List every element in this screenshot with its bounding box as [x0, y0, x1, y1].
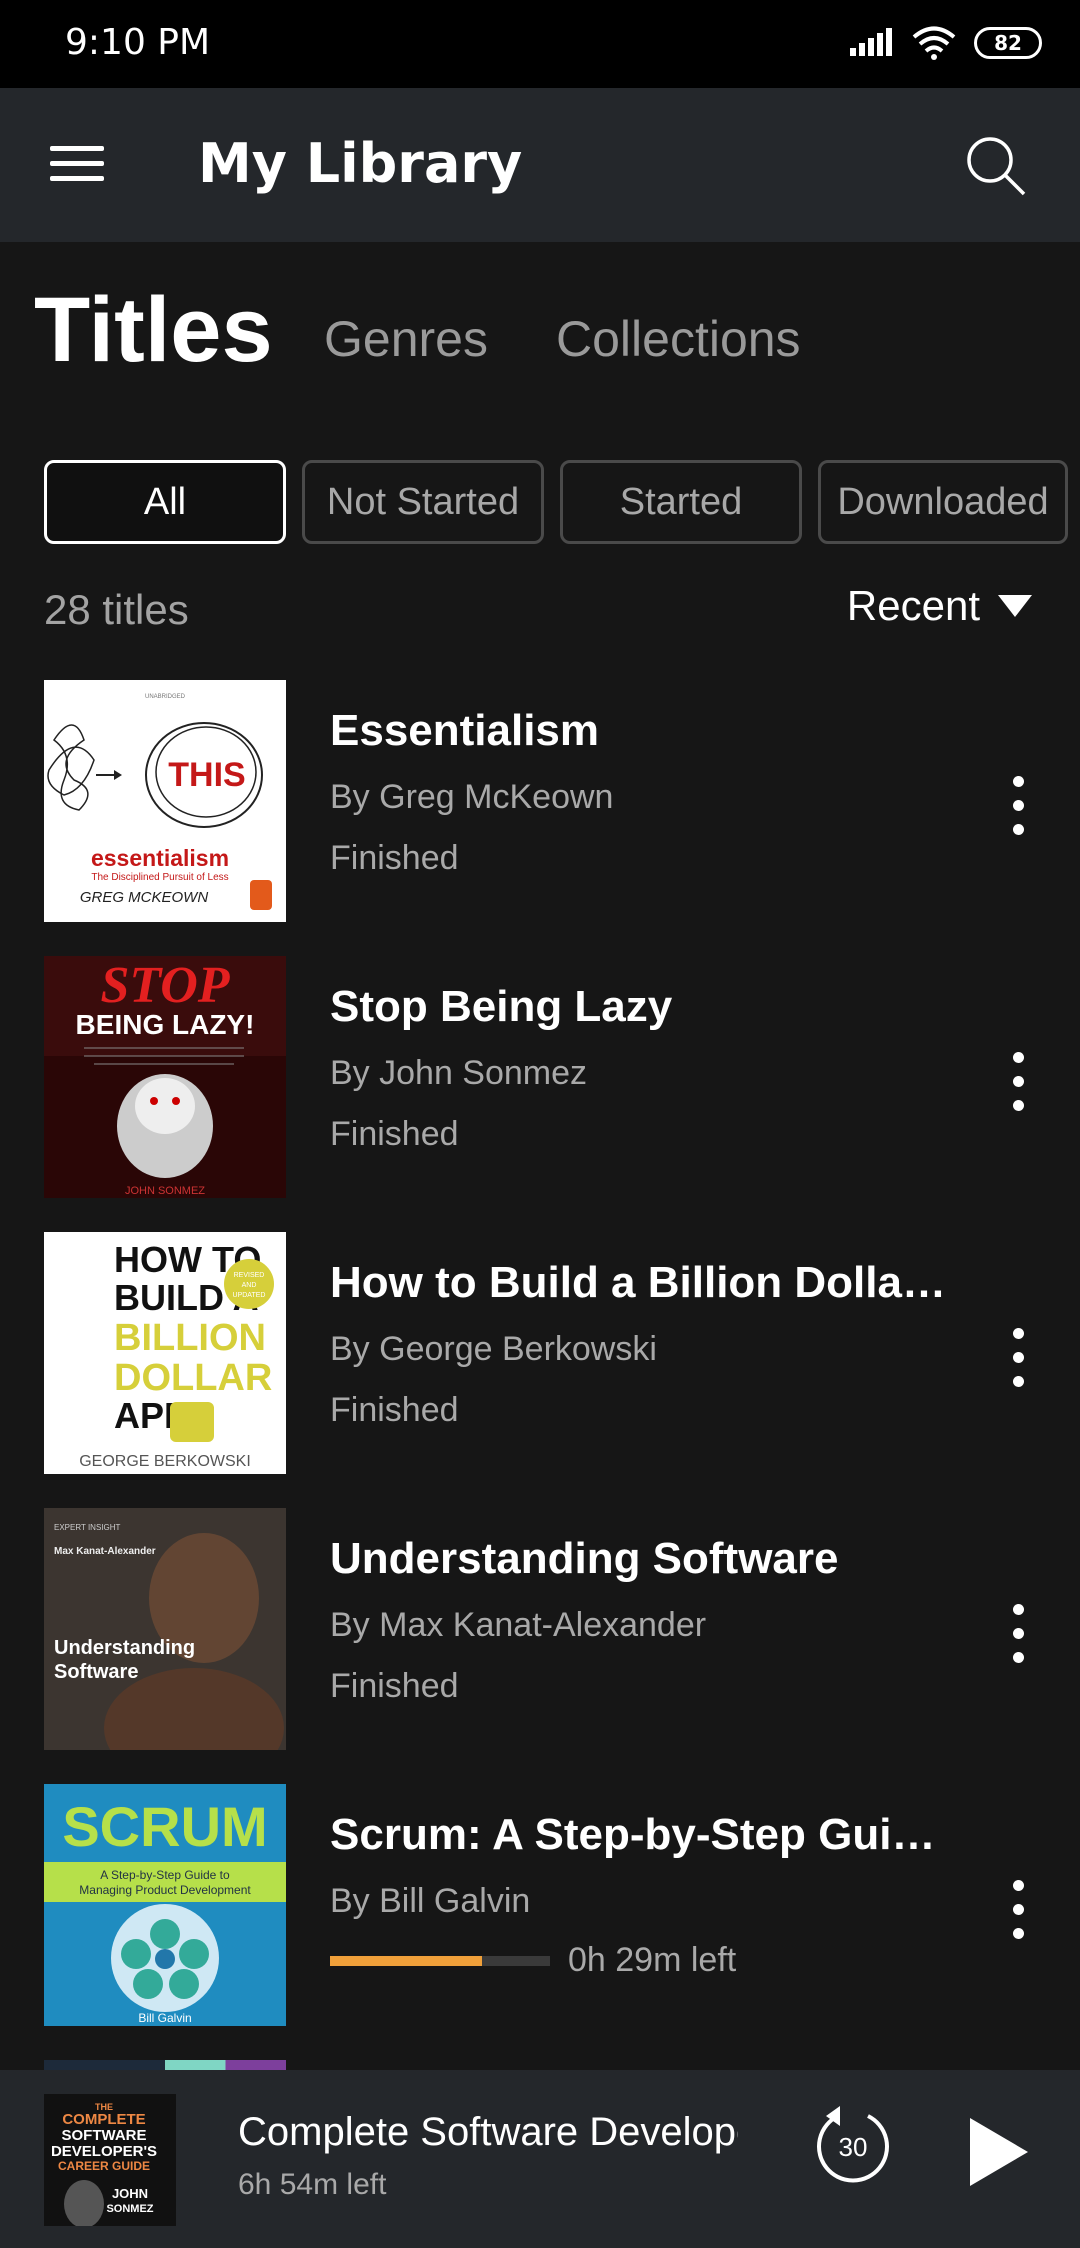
svg-text:THIS: THIS: [168, 756, 245, 794]
svg-text:UPDATED: UPDATED: [233, 1292, 266, 1299]
svg-text:The Disciplined Pursuit of Les: The Disciplined Pursuit of Less: [91, 872, 228, 883]
signal-icon: [850, 28, 892, 56]
app-bar: My Library: [0, 88, 1080, 242]
svg-text:REVISED: REVISED: [234, 1272, 265, 1279]
svg-text:CAREER GUIDE: CAREER GUIDE: [58, 2159, 150, 2173]
sort-label: Recent: [846, 582, 980, 629]
book-meta: Scrum: A Step-by-Step Guide t... By Bill…: [330, 1810, 960, 1980]
more-options-icon[interactable]: [1008, 1052, 1028, 1112]
tab-genres[interactable]: Genres: [324, 310, 488, 368]
filter-all[interactable]: All: [44, 460, 286, 544]
book-author: By Bill Galvin: [330, 1882, 531, 1920]
svg-text:UNABRIDGED: UNABRIDGED: [145, 694, 186, 700]
filter-started[interactable]: Started: [560, 460, 802, 544]
book-status: Finished: [330, 1667, 459, 1705]
svg-text:Managing Product Development: Managing Product Development: [79, 1883, 251, 1897]
book-status: Finished: [330, 1115, 459, 1153]
book-cover: STOP BEING LAZY! JOHN SONMEZ: [44, 956, 286, 1198]
time-left: 0h 29m left: [568, 1941, 737, 1979]
book-author: By John Sonmez: [330, 1054, 588, 1092]
filter-not-started[interactable]: Not Started: [302, 460, 544, 544]
book-cover: SCRUM A Step-by-Step Guide to Managing P…: [44, 1784, 286, 2026]
svg-text:JOHN SONMEZ: JOHN SONMEZ: [125, 1185, 205, 1197]
tab-collections[interactable]: Collections: [556, 310, 801, 368]
book-meta: Understanding Software By Max Kanat-Alex…: [330, 1534, 960, 1706]
sort-dropdown[interactable]: Recent: [847, 582, 1032, 630]
book-meta: How to Build a Billion Dollar App By Geo…: [330, 1258, 960, 1430]
svg-text:COMPLETE: COMPLETE: [62, 2111, 145, 2128]
svg-text:EXPERT INSIGHT: EXPERT INSIGHT: [54, 1523, 121, 1532]
status-icons: 82: [850, 26, 1042, 60]
svg-text:essentialism: essentialism: [91, 845, 229, 871]
book-title: Stop Being Lazy: [330, 982, 673, 1031]
progress-bar: [330, 1955, 550, 1966]
book-status: Finished: [330, 1391, 459, 1429]
library-tabs: Titles Genres Collections: [0, 242, 1080, 422]
svg-text:BEING LAZY!: BEING LAZY!: [76, 1009, 255, 1040]
status-bar: 9:10 PM 82: [0, 0, 1080, 88]
player-time-left: 6h 54m left: [238, 2168, 387, 2201]
svg-text:GREG MCKEOWN: GREG MCKEOWN: [80, 889, 209, 906]
book-author: By George Berkowski: [330, 1330, 657, 1368]
book-title: How to Build a Billion Dollar App: [330, 1258, 960, 1307]
more-options-icon[interactable]: [1008, 1328, 1028, 1388]
svg-text:SONMEZ: SONMEZ: [106, 2203, 153, 2215]
page-title: My Library: [198, 132, 523, 195]
svg-text:Max Kanat-Alexander: Max Kanat-Alexander: [54, 1546, 156, 1557]
book-meta: Essentialism By Greg McKeown Finished: [330, 706, 960, 878]
tab-titles[interactable]: Titles: [34, 278, 273, 383]
book-title: Scrum: A Step-by-Step Guide t...: [330, 1810, 960, 1859]
title-count: 28 titles: [44, 586, 189, 633]
svg-text:BILLION: BILLION: [114, 1317, 266, 1359]
book-cover: UNABRIDGED THIS essentialism The Discipl…: [44, 680, 286, 922]
list-item[interactable]: UNABRIDGED THIS essentialism The Discipl…: [0, 680, 1080, 922]
list-item[interactable]: EXPERT INSIGHT Max Kanat-Alexander Under…: [0, 1508, 1080, 1750]
more-options-icon[interactable]: [1008, 776, 1028, 836]
svg-text:JOHN: JOHN: [112, 2186, 148, 2201]
list-item[interactable]: HOW TO BUILD A BILLION DOLLAR APP REVISE…: [0, 1232, 1080, 1474]
svg-text:GEORGE BERKOWSKI: GEORGE BERKOWSKI: [79, 1453, 251, 1470]
more-options-icon[interactable]: [1008, 1604, 1028, 1664]
progress-row: 0h 29m left: [330, 1941, 960, 1980]
search-icon[interactable]: [964, 134, 1028, 198]
book-meta: Stop Being Lazy By John Sonmez Finished: [330, 982, 960, 1154]
svg-text:SCRUM: SCRUM: [62, 1795, 267, 1858]
list-item: [0, 2060, 1080, 2070]
book-author: By Max Kanat-Alexander: [330, 1606, 707, 1644]
book-status: Finished: [330, 839, 459, 877]
book-title: Essentialism: [330, 706, 600, 755]
list-item[interactable]: STOP BEING LAZY! JOHN SONMEZ Stop Being …: [0, 956, 1080, 1198]
book-author: By Greg McKeown: [330, 778, 614, 816]
book-cover: EXPERT INSIGHT Max Kanat-Alexander Under…: [44, 1508, 286, 1750]
progress-fill: [330, 1955, 482, 1966]
player-title: Complete Software Develope: [238, 2110, 738, 2154]
battery-icon: 82: [974, 27, 1042, 59]
filter-downloaded[interactable]: Downloaded: [818, 460, 1068, 544]
svg-text:Bill Galvin: Bill Galvin: [138, 2011, 191, 2025]
rewind-30-icon[interactable]: 30: [814, 2106, 892, 2184]
svg-text:Understanding: Understanding: [54, 1637, 195, 1659]
book-cover: [44, 2060, 286, 2070]
svg-text:A Step-by-Step Guide to: A Step-by-Step Guide to: [100, 1868, 230, 1882]
svg-text:Software: Software: [54, 1661, 138, 1683]
player-cover: THE COMPLETE SOFTWARE DEVELOPER'S CAREER…: [44, 2094, 176, 2226]
book-title: Understanding Software: [330, 1534, 839, 1583]
mini-player[interactable]: THE COMPLETE SOFTWARE DEVELOPER'S CAREER…: [0, 2070, 1080, 2248]
svg-text:30: 30: [839, 2132, 868, 2162]
list-item[interactable]: SCRUM A Step-by-Step Guide to Managing P…: [0, 1784, 1080, 2026]
svg-text:AND: AND: [242, 1282, 257, 1289]
play-icon[interactable]: [966, 2116, 1030, 2188]
more-options-icon[interactable]: [1008, 1880, 1028, 1940]
svg-text:DEVELOPER'S: DEVELOPER'S: [51, 2143, 157, 2160]
status-time: 9:10 PM: [65, 22, 211, 63]
filter-chips: All Not Started Started Downloaded: [44, 460, 1080, 544]
svg-text:DOLLAR: DOLLAR: [114, 1357, 272, 1399]
svg-text:SOFTWARE: SOFTWARE: [62, 2127, 147, 2144]
wifi-icon: [912, 26, 956, 60]
book-cover: HOW TO BUILD A BILLION DOLLAR APP REVISE…: [44, 1232, 286, 1474]
svg-text:STOP: STOP: [100, 957, 230, 1014]
caret-down-icon: [998, 595, 1032, 617]
menu-icon[interactable]: [50, 144, 104, 184]
